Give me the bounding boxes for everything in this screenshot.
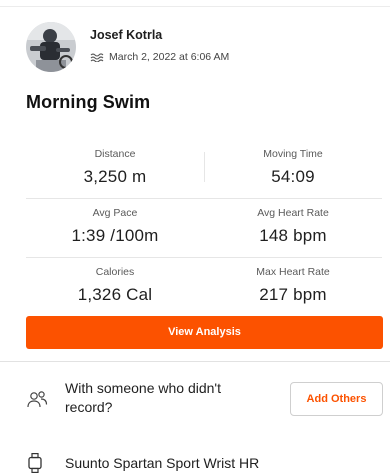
add-others-prompt: With someone who didn't record? bbox=[65, 380, 221, 415]
stat-avg-pace: Avg Pace 1:39 /100m bbox=[26, 199, 204, 246]
stat-avg-heart-rate: Avg Heart Rate 148 bpm bbox=[204, 199, 382, 246]
stats-row: Calories 1,326 Cal Max Heart Rate 217 bp… bbox=[26, 258, 382, 317]
stat-label: Avg Pace bbox=[92, 207, 138, 219]
device-name: Suunto Spartan Sport Wrist HR bbox=[65, 455, 260, 471]
stat-value: 148 bpm bbox=[259, 226, 327, 245]
stat-label: Distance bbox=[94, 148, 136, 160]
add-others-row: With someone who didn't record? Add Othe… bbox=[26, 378, 383, 422]
people-icon bbox=[27, 391, 48, 408]
add-others-button[interactable]: Add Others bbox=[290, 382, 383, 416]
stats-row: Avg Pace 1:39 /100m Avg Heart Rate 148 b… bbox=[26, 199, 382, 258]
date-row: March 2, 2022 at 6:06 AM bbox=[90, 51, 229, 63]
avatar[interactable] bbox=[26, 22, 76, 72]
stat-label: Avg Heart Rate bbox=[257, 207, 329, 219]
stats-row: Distance 3,250 m Moving Time 54:09 bbox=[26, 140, 382, 199]
watch-icon bbox=[28, 453, 42, 473]
stat-value: 1:39 /100m bbox=[71, 226, 159, 245]
stat-label: Max Heart Rate bbox=[256, 266, 330, 278]
stat-calories: Calories 1,326 Cal bbox=[26, 258, 204, 305]
user-block: Josef Kotrla March 2, 2022 at 6:06 AM bbox=[90, 28, 229, 63]
activity-date: March 2, 2022 at 6:06 AM bbox=[109, 51, 230, 63]
stat-value: 217 bpm bbox=[259, 285, 327, 304]
activity-title: Morning Swim bbox=[26, 92, 151, 112]
device-row: Suunto Spartan Sport Wrist HR bbox=[26, 453, 383, 475]
stat-value: 1,326 Cal bbox=[77, 285, 153, 304]
stat-moving-time: Moving Time 54:09 bbox=[204, 140, 382, 187]
top-divider bbox=[0, 6, 390, 7]
stat-distance: Distance 3,250 m bbox=[26, 140, 204, 187]
athlete-name[interactable]: Josef Kotrla bbox=[90, 28, 229, 42]
swim-icon bbox=[90, 53, 104, 62]
activity-header: Josef Kotrla March 2, 2022 at 6:06 AM bbox=[26, 22, 229, 80]
stat-max-heart-rate: Max Heart Rate 217 bpm bbox=[204, 258, 382, 305]
view-analysis-button[interactable]: View Analysis bbox=[26, 316, 383, 349]
stats-grid: Distance 3,250 m Moving Time 54:09 Avg P… bbox=[26, 140, 382, 317]
stat-value: 3,250 m bbox=[83, 167, 147, 186]
stat-value: 54:09 bbox=[271, 167, 315, 186]
stat-label: Calories bbox=[95, 266, 135, 278]
section-divider bbox=[0, 361, 390, 362]
stat-label: Moving Time bbox=[263, 148, 323, 160]
